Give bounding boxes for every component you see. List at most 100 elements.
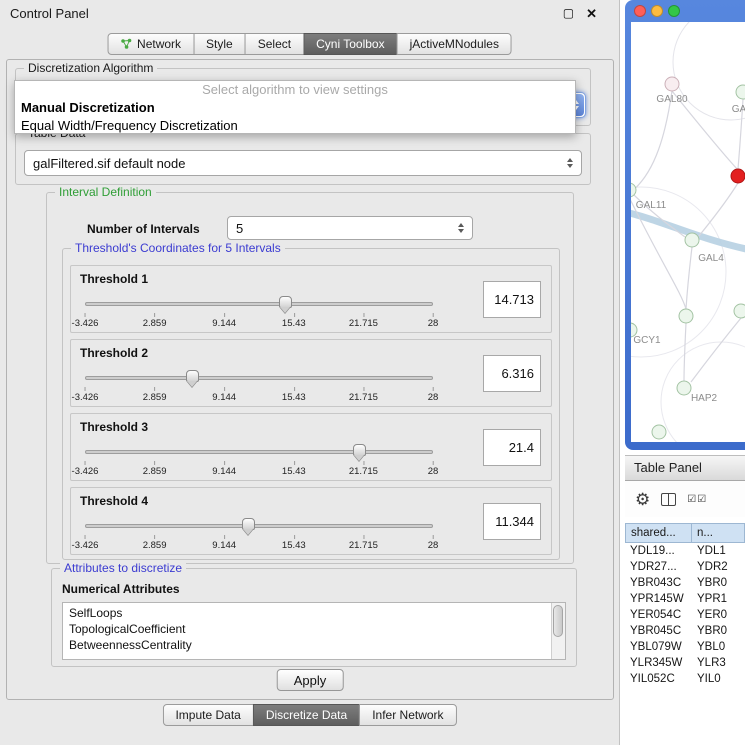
tab-style[interactable]: Style bbox=[193, 33, 246, 55]
table-cell[interactable]: YBR0 bbox=[692, 623, 745, 639]
table-row[interactable]: YIL052CYIL0 bbox=[625, 671, 745, 687]
tab-label: Discretize Data bbox=[266, 708, 347, 722]
number-of-intervals-select[interactable]: 5 bbox=[227, 216, 473, 240]
tick-label: 28 bbox=[428, 392, 439, 403]
list-scrollbar[interactable] bbox=[551, 603, 565, 659]
table-cell[interactable]: YLR3 bbox=[692, 655, 745, 671]
tab-select[interactable]: Select bbox=[245, 33, 304, 55]
threshold-3-slider[interactable] bbox=[85, 444, 433, 460]
tick-label: 9.144 bbox=[212, 540, 236, 551]
numerical-attributes-list[interactable]: SelfLoopsTopologicalCoefficientBetweenne… bbox=[62, 602, 566, 660]
gear-icon[interactable]: ⚙ bbox=[635, 491, 650, 508]
network-node[interactable] bbox=[677, 381, 691, 395]
network-graph bbox=[631, 22, 745, 442]
tab-impute-data[interactable]: Impute Data bbox=[162, 704, 253, 726]
network-canvas[interactable]: GAL80 GA GAL11 GAL4 GCY1 HAP2 bbox=[631, 22, 745, 442]
control-panel-window: Control Panel ▢ ✕ Network Style S bbox=[0, 0, 620, 745]
network-node[interactable] bbox=[652, 425, 666, 439]
network-node[interactable] bbox=[685, 233, 699, 247]
slider-handle[interactable] bbox=[279, 296, 292, 308]
tab-discretize-data[interactable]: Discretize Data bbox=[253, 704, 360, 726]
table-cell[interactable]: YIL052C bbox=[625, 671, 692, 687]
attribute-list-item[interactable]: SelfLoops bbox=[63, 605, 551, 621]
table-row[interactable]: YBR045CYBR0 bbox=[625, 623, 745, 639]
slider-track[interactable] bbox=[85, 450, 433, 454]
slider-handle[interactable] bbox=[353, 444, 366, 456]
table-row[interactable]: YER054CYER0 bbox=[625, 607, 745, 623]
table-cell[interactable]: YER054C bbox=[625, 607, 692, 623]
window-title: Control Panel bbox=[10, 6, 89, 21]
tab-infer-network[interactable]: Infer Network bbox=[359, 704, 456, 726]
table-row[interactable]: YLR345WYLR3 bbox=[625, 655, 745, 671]
table-row[interactable]: YDL19...YDL1 bbox=[625, 543, 745, 559]
minimize-window-icon[interactable] bbox=[651, 5, 663, 17]
apply-button[interactable]: Apply bbox=[277, 669, 344, 691]
threshold-2-slider[interactable] bbox=[85, 370, 433, 386]
tab-label: Cyni Toolbox bbox=[316, 37, 384, 51]
table-cell[interactable]: YER0 bbox=[692, 607, 745, 623]
slider-track[interactable] bbox=[85, 524, 433, 528]
network-node[interactable] bbox=[665, 77, 679, 91]
table-row[interactable]: YPR145WYPR1 bbox=[625, 591, 745, 607]
close-icon[interactable]: ✕ bbox=[586, 7, 597, 20]
tick-label: 2.859 bbox=[143, 540, 167, 551]
table-cell[interactable]: YBR043C bbox=[625, 575, 692, 591]
table-row[interactable]: YDR27...YDR2 bbox=[625, 559, 745, 575]
tick-label: 15.43 bbox=[282, 392, 306, 403]
slider-handle[interactable] bbox=[242, 518, 255, 530]
dropdown-option-equal-width-frequency[interactable]: Equal Width/Frequency Discretization bbox=[15, 117, 575, 135]
threshold-1-value-field[interactable]: 14.713 bbox=[483, 281, 541, 318]
threshold-4-slider[interactable] bbox=[85, 518, 433, 534]
column-header-name[interactable]: n... bbox=[692, 523, 745, 543]
network-node[interactable] bbox=[679, 309, 693, 323]
table-cell[interactable]: YPR1 bbox=[692, 591, 745, 607]
threshold-2-value-field[interactable]: 6.316 bbox=[483, 355, 541, 392]
table-data-select[interactable]: galFiltered.sif default node bbox=[24, 150, 582, 176]
zoom-window-icon[interactable] bbox=[668, 5, 680, 17]
table-cell[interactable]: YDR27... bbox=[625, 559, 692, 575]
threshold-1-slider[interactable] bbox=[85, 296, 433, 312]
slider-track[interactable] bbox=[85, 302, 433, 306]
table-cell[interactable]: YBR0 bbox=[692, 575, 745, 591]
table-cell[interactable]: YBL079W bbox=[625, 639, 692, 655]
close-window-icon[interactable] bbox=[634, 5, 646, 17]
table-cell[interactable]: YBR045C bbox=[625, 623, 692, 639]
table-cell[interactable]: YIL0 bbox=[692, 671, 745, 687]
bottom-tab-bar: Impute Data Discretize Data Infer Networ… bbox=[162, 704, 456, 726]
table-cell[interactable]: YDR2 bbox=[692, 559, 745, 575]
node-label-gal11: GAL11 bbox=[636, 200, 666, 211]
tab-network[interactable]: Network bbox=[107, 33, 194, 55]
table-row[interactable]: YBL079WYBL0 bbox=[625, 639, 745, 655]
slider-track[interactable] bbox=[85, 376, 433, 380]
dropdown-option-manual-discretization[interactable]: Manual Discretization bbox=[15, 99, 575, 117]
slider-handle[interactable] bbox=[186, 370, 199, 382]
table-row[interactable]: YBR043CYBR0 bbox=[625, 575, 745, 591]
group-label: Interval Definition bbox=[55, 185, 156, 199]
network-node[interactable] bbox=[631, 183, 636, 197]
tab-jactivemodules[interactable]: jActiveMNodules bbox=[397, 33, 512, 55]
table-cell[interactable]: YDL1 bbox=[692, 543, 745, 559]
network-node[interactable] bbox=[734, 304, 745, 318]
table-data-group: Table Data galFiltered.sif default node bbox=[15, 133, 591, 185]
network-node[interactable] bbox=[736, 85, 745, 99]
tick-label: 28 bbox=[428, 466, 439, 477]
threshold-1-label: Threshold 1 bbox=[80, 272, 148, 286]
tick-label: 28 bbox=[428, 540, 439, 551]
tab-cyni-toolbox[interactable]: Cyni Toolbox bbox=[303, 33, 397, 55]
column-header-shared-name[interactable]: shared... bbox=[625, 523, 692, 543]
threshold-3-value-field[interactable]: 21.4 bbox=[483, 429, 541, 466]
tick-label: -3.426 bbox=[72, 540, 99, 551]
table-cell[interactable]: YLR345W bbox=[625, 655, 692, 671]
table-cell[interactable]: YBL0 bbox=[692, 639, 745, 655]
table-cell[interactable]: YDL19... bbox=[625, 543, 692, 559]
columns-icon[interactable] bbox=[661, 493, 676, 506]
select-columns-icon[interactable]: ☑☑ bbox=[687, 494, 707, 505]
float-window-icon[interactable]: ▢ bbox=[563, 7, 574, 19]
attribute-list-item[interactable]: BetweennessCentrality bbox=[63, 637, 551, 653]
attribute-list-item[interactable]: TopologicalCoefficient bbox=[63, 621, 551, 637]
scrollbar-thumb[interactable] bbox=[553, 605, 563, 637]
threshold-4-value-field[interactable]: 11.344 bbox=[483, 503, 541, 540]
threshold-4-label: Threshold 4 bbox=[80, 494, 148, 508]
network-node-selected-red[interactable] bbox=[731, 169, 745, 183]
table-cell[interactable]: YPR145W bbox=[625, 591, 692, 607]
